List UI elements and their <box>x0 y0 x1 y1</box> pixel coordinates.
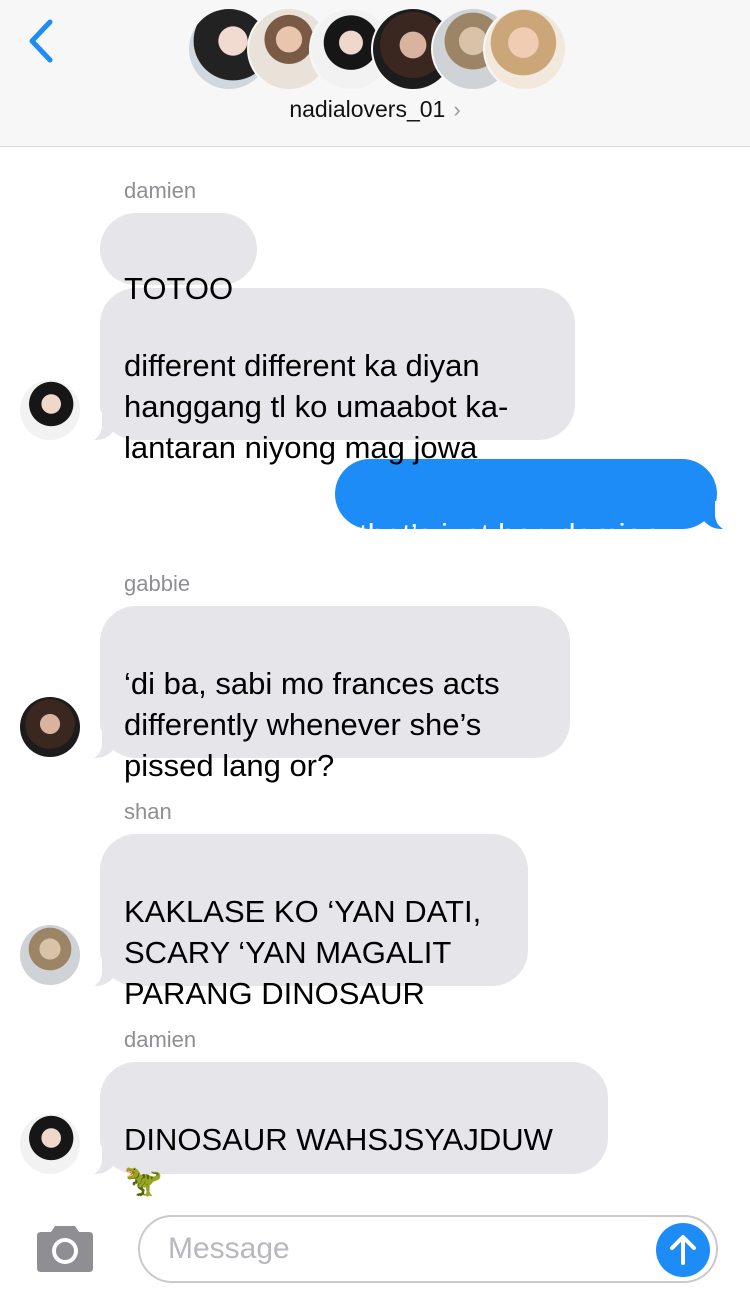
chat-header: nadialovers_01 › <box>0 0 750 147</box>
sender-label: gabbie <box>124 571 191 596</box>
message-text: ‘di ba, sabi mo frances acts differently… <box>124 666 500 783</box>
chat-screen: nadialovers_01 › damien TOTOO different … <box>0 0 750 1294</box>
avatar[interactable] <box>20 1114 80 1174</box>
message-bubble[interactable]: KAKLASE KO ‘YAN DATI, SCARY ‘YAN MAGALIT… <box>78 834 528 1011</box>
avatar[interactable] <box>20 380 80 440</box>
message-text: that’s just her, damien <box>359 517 660 552</box>
camera-button[interactable] <box>33 1224 97 1274</box>
chevron-left-icon <box>29 19 53 63</box>
message-bubble[interactable]: DINOSAUR WAHSJSYAJDUW 🦖 <box>78 1062 608 1198</box>
message-bubble[interactable]: ‘di ba, sabi mo frances acts differently… <box>78 606 570 783</box>
send-button[interactable] <box>656 1223 710 1277</box>
message-bubble[interactable]: TOTOO <box>100 213 258 306</box>
sender-label: damien <box>124 178 197 203</box>
avatar[interactable] <box>20 925 80 985</box>
message-placeholder: Message <box>168 1232 290 1265</box>
arrow-up-icon <box>670 1235 696 1265</box>
camera-icon <box>37 1226 93 1272</box>
sender-label: shan <box>124 799 172 824</box>
sender-label: damien <box>124 1027 197 1052</box>
avatar[interactable] <box>20 697 80 757</box>
group-avatars[interactable] <box>187 7 567 91</box>
member-avatar <box>483 7 567 91</box>
group-name-button[interactable]: nadialovers_01 › <box>0 96 750 123</box>
message-bubble[interactable]: different different ka diyan hanggang tl… <box>78 288 575 465</box>
back-button[interactable] <box>18 14 62 68</box>
message-text: different different ka diyan hanggang tl… <box>124 348 509 465</box>
message-text: TOTOO <box>124 271 234 306</box>
message-input[interactable]: Message <box>138 1215 718 1283</box>
message-text: KAKLASE KO ‘YAN DATI, SCARY ‘YAN MAGALIT… <box>124 894 482 1011</box>
chevron-right-icon: › <box>453 96 461 122</box>
message-text: DINOSAUR WAHSJSYAJDUW 🦖 <box>124 1122 553 1198</box>
message-bubble-outgoing[interactable]: that’s just her, damien <box>335 459 739 552</box>
group-name: nadialovers_01 <box>289 96 446 122</box>
